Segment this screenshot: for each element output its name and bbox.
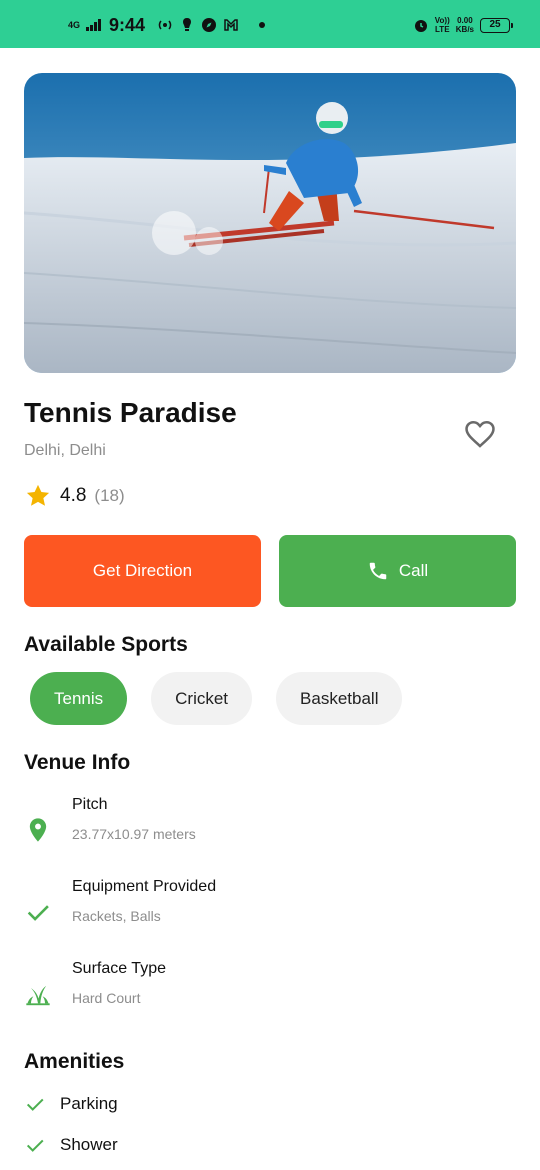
volte-label: Vo))	[434, 16, 450, 25]
available-sports-title: Available Sports	[24, 633, 188, 656]
network-speed: 0.00 KB/s	[456, 16, 474, 34]
favorite-heart-icon[interactable]	[462, 417, 498, 451]
status-time: 9:44	[109, 14, 146, 35]
sport-chip-basketball[interactable]: Basketball	[276, 672, 403, 725]
venue-info-title: Venue Info	[24, 751, 131, 774]
get-direction-label: Get Direction	[92, 561, 193, 580]
status-bar-right: Vo)) LTE 0.00 KB/s 25	[413, 14, 513, 36]
info-label: Surface Type	[72, 960, 166, 977]
sport-chip-label: Cricket	[175, 688, 229, 708]
amenity-label: Shower	[60, 1135, 118, 1154]
venue-title: Tennis Paradise	[24, 397, 237, 428]
sport-chip-tennis[interactable]: Tennis	[30, 672, 128, 725]
compass-icon	[202, 18, 217, 32]
rating-row: 4.8 (18)	[24, 482, 125, 510]
speed-unit: KB/s	[455, 25, 474, 34]
notification-dot-icon	[259, 22, 266, 28]
grass-icon	[26, 985, 50, 1006]
alarm-icon	[414, 20, 427, 32]
status-bar-left: 4G 9:44	[68, 12, 266, 38]
info-label: Pitch	[72, 796, 108, 813]
star-icon	[26, 484, 50, 506]
bulb-icon	[183, 18, 192, 31]
call-button[interactable]: Call	[279, 535, 516, 607]
speed-value: 0.00	[457, 16, 473, 25]
check-icon	[26, 1139, 44, 1152]
signal-icon	[86, 19, 102, 31]
amenity-shower: Shower	[24, 1133, 118, 1157]
amenities-title: Amenities	[24, 1050, 125, 1073]
venue-location: Delhi, Delhi	[24, 442, 106, 459]
venue-info-pitch: Pitch 23.77x10.97 meters	[24, 796, 494, 856]
battery-icon: 25	[480, 17, 513, 33]
venue-info-surface: Surface Type Hard Court	[24, 960, 494, 1020]
info-value: Hard Court	[72, 990, 141, 1006]
volte-indicator: Vo)) LTE	[435, 16, 450, 34]
get-direction-button[interactable]: Get Direction	[24, 535, 261, 607]
check-icon	[26, 1098, 44, 1111]
rating-count: (18)	[94, 486, 125, 505]
info-label: Equipment Provided	[72, 878, 217, 895]
lte-label: LTE	[435, 25, 450, 34]
sport-chip-label: Tennis	[54, 688, 104, 708]
amenity-parking: Parking	[24, 1092, 118, 1116]
venue-info-equipment: Equipment Provided Rackets, Balls	[24, 878, 494, 938]
skier-photo	[24, 73, 516, 373]
info-value: Rackets, Balls	[72, 908, 161, 924]
sport-chip-label: Basketball	[300, 688, 379, 708]
sports-chip-list: Tennis Cricket Basketball	[30, 672, 403, 725]
check-icon	[27, 905, 49, 921]
battery-level: 25	[489, 18, 501, 30]
status-bar: 4G 9:44 Vo)) LTE 0.00 KB/s 25	[0, 0, 540, 48]
network-type: 4G	[68, 19, 81, 30]
sport-chip-cricket[interactable]: Cricket	[151, 672, 253, 725]
mail-icon	[224, 19, 238, 31]
info-value: 23.77x10.97 meters	[72, 826, 196, 842]
rating-value: 4.8	[60, 485, 87, 506]
location-pin-icon	[29, 818, 47, 842]
hotspot-icon	[158, 20, 172, 30]
venue-photo	[24, 73, 516, 373]
call-label: Call	[398, 561, 429, 580]
phone-icon	[369, 562, 387, 580]
amenity-label: Parking	[60, 1094, 118, 1113]
